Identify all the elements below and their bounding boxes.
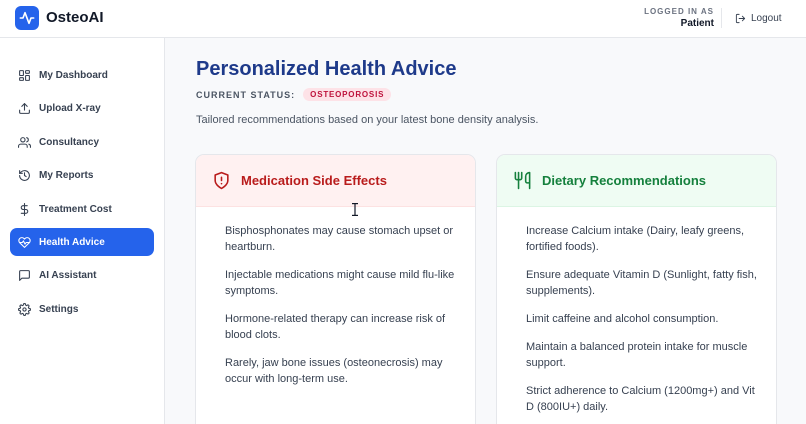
side-effects-list: Bisphosphonates may cause stomach upset …: [196, 207, 475, 387]
upload-icon: [19, 102, 30, 114]
dietary-list: Increase Calcium intake (Dairy, leafy gr…: [497, 207, 776, 415]
sidebar-item-label: AI Assistant: [39, 269, 97, 281]
dashboard-grid-icon: [19, 69, 30, 81]
gear-icon: [18, 302, 31, 316]
sidebar-item-label: Consultancy: [39, 136, 100, 148]
list-item: Strict adherence to Calcium (1200mg+) an…: [526, 385, 755, 413]
list-item: Maintain a balanced protein intake for m…: [526, 341, 748, 369]
shield-alert-icon: [214, 171, 229, 190]
list-item: Hormone-related therapy can increase ris…: [225, 313, 446, 341]
side-effects-card: Medication Side Effects Bisphosphonates …: [195, 154, 476, 424]
utensils-icon: [514, 171, 531, 190]
chat-icon: [19, 269, 30, 281]
heart-pulse-icon: [18, 236, 31, 248]
user-info: LOGGED IN AS Patient: [644, 7, 714, 29]
sidebar-item-label: My Dashboard: [39, 69, 108, 81]
text-cursor-icon: [352, 203, 358, 216]
sidebar-item-label: Settings: [39, 303, 79, 315]
history-icon: [19, 169, 30, 181]
logout-icon: [735, 13, 746, 23]
header-divider: [721, 8, 722, 28]
list-item: Ensure adequate Vitamin D (Sunlight, fat…: [526, 269, 757, 297]
sidebar-item-label: My Reports: [39, 169, 94, 181]
list-item: Injectable medications might cause mild …: [225, 269, 455, 297]
logout-label: Logout: [751, 12, 782, 24]
list-item: Bisphosphonates may cause stomach upset …: [225, 225, 454, 253]
app-name[interactable]: OsteoAI: [46, 9, 104, 26]
card-header: Dietary Recommendations: [497, 155, 776, 207]
card-title: Dietary Recommendations: [542, 173, 706, 188]
card-header: Medication Side Effects: [196, 155, 475, 207]
page-title: Personalized Health Advice: [196, 58, 457, 80]
sidebar-item-dashboard[interactable]: My Dashboard: [10, 61, 154, 89]
sidebar-item-upload-xray[interactable]: Upload X-ray: [10, 94, 154, 122]
current-status: CURRENT STATUS: OSTEOPOROSIS: [196, 88, 392, 101]
logged-in-label: LOGGED IN AS: [644, 7, 714, 16]
sidebar-item-reports[interactable]: My Reports: [10, 161, 154, 189]
status-badge: OSTEOPOROSIS: [303, 88, 392, 101]
sidebar-item-label: Treatment Cost: [39, 203, 112, 215]
dietary-card: Dietary Recommendations Increase Calcium…: [496, 154, 777, 424]
page-subtitle: Tailored recommendations based on your l…: [196, 114, 539, 126]
list-item: Rarely, jaw bone issues (osteonecrosis) …: [225, 357, 443, 385]
sidebar-item-settings[interactable]: Settings: [10, 295, 154, 323]
dollar-icon: [20, 202, 29, 216]
users-icon: [18, 136, 31, 148]
list-item: Increase Calcium intake (Dairy, leafy gr…: [526, 225, 745, 253]
user-role: Patient: [680, 18, 714, 29]
sidebar-item-treatment-cost[interactable]: Treatment Cost: [10, 195, 154, 223]
card-title: Medication Side Effects: [241, 173, 387, 188]
list-item: Limit caffeine and alcohol consumption.: [526, 313, 719, 325]
top-bar: OsteoAI LOGGED IN AS Patient Logout: [0, 0, 806, 38]
status-label: CURRENT STATUS:: [196, 89, 296, 100]
sidebar-item-consultancy[interactable]: Consultancy: [10, 128, 154, 156]
sidebar-item-ai-assistant[interactable]: AI Assistant: [10, 261, 154, 289]
logout-button[interactable]: Logout: [727, 6, 790, 30]
sidebar-item-label: Health Advice: [39, 236, 105, 248]
logo-icon[interactable]: [15, 6, 39, 30]
sidebar-item-label: Upload X-ray: [39, 102, 101, 114]
sidebar: My Dashboard Upload X-ray Consultancy My…: [0, 38, 165, 424]
sidebar-item-health-advice[interactable]: Health Advice: [10, 228, 154, 256]
